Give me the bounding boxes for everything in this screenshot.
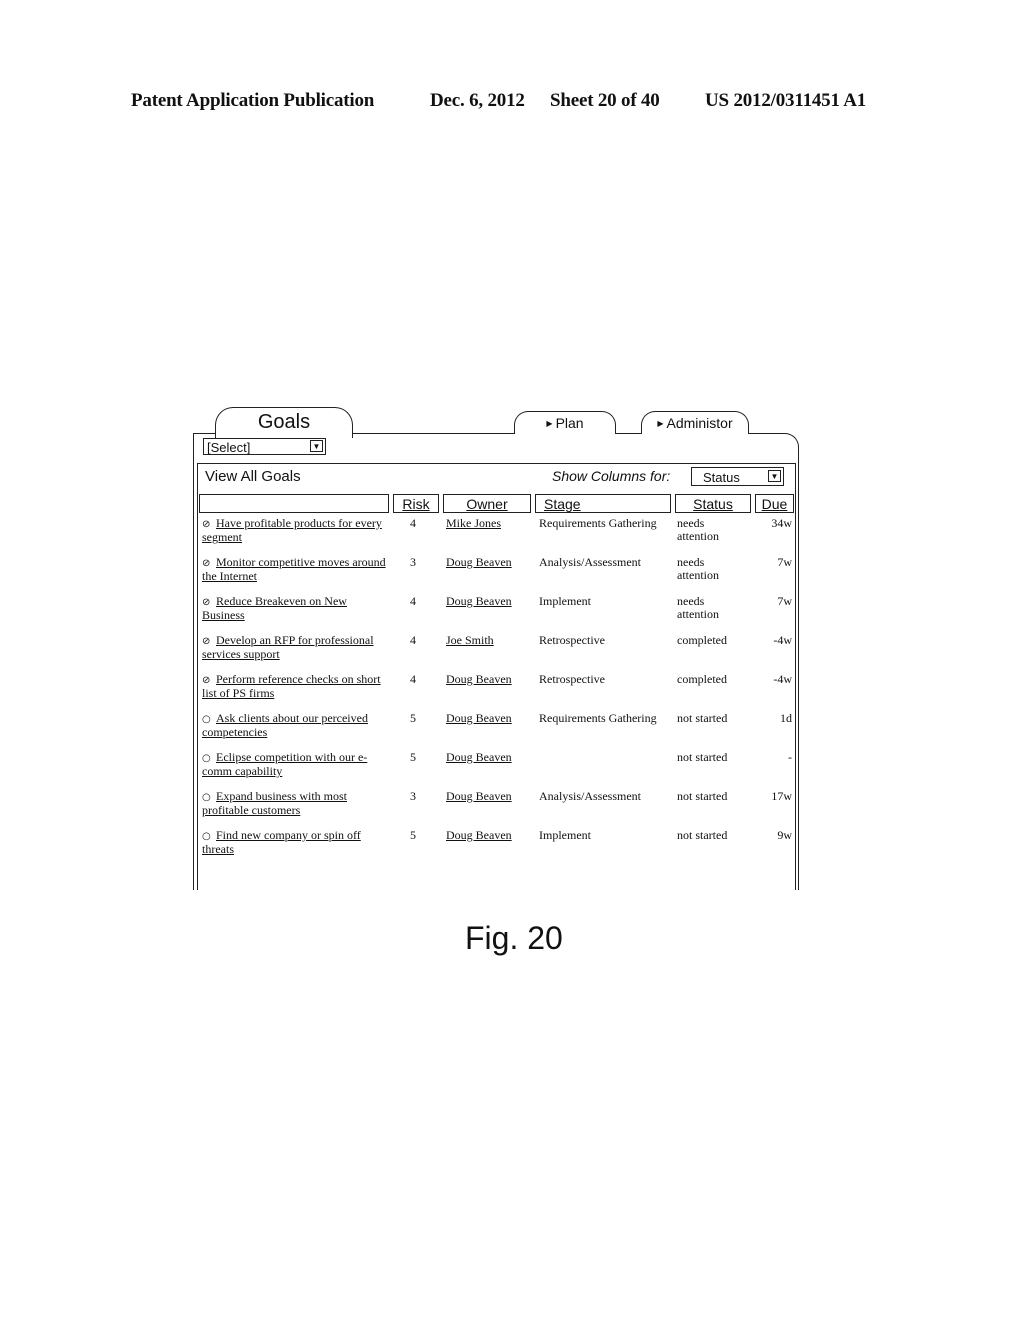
column-header-due[interactable]: Due	[755, 494, 794, 513]
goal-select-value: [Select]	[207, 440, 251, 455]
goal-name-cell: ⊘ Reduce Breakeven on New Business	[202, 595, 392, 622]
figure-caption: Fig. 20	[465, 920, 563, 956]
table-row[interactable]: ○ Ask clients about our perceived compete…	[200, 712, 794, 750]
owner-link[interactable]: Doug Beaven	[446, 751, 512, 764]
table-row[interactable]: ○ Eclipse competition with our e-comm cap…	[200, 751, 794, 789]
due-cell: 34w	[771, 516, 792, 530]
sheet-number: Sheet 20 of 40	[550, 90, 660, 111]
goal-name-cell: ○ Expand business with most profitable cu…	[202, 790, 392, 817]
due-cell: 7w	[777, 594, 792, 608]
triangle-right-icon: ▶	[657, 419, 664, 428]
goal-link[interactable]: Eclipse competition with our e-comm capa…	[202, 750, 367, 778]
panel-title: View All Goals	[205, 468, 301, 485]
table-row[interactable]: ⊘ Perform reference checks on short list …	[200, 673, 794, 711]
stage-cell: Requirements Gathering	[539, 711, 657, 725]
risk-cell: 5	[410, 828, 416, 842]
status-cell: needs attention	[677, 555, 719, 582]
show-columns-dropdown[interactable]: Status ▼	[691, 467, 784, 486]
column-header-risk[interactable]: Risk	[393, 494, 439, 513]
status-cell: completed	[677, 672, 727, 686]
column-header-stage[interactable]: Stage	[535, 494, 671, 513]
tab-administor[interactable]: ▶ Administor	[641, 411, 749, 434]
due-cell: 9w	[777, 828, 792, 842]
chevron-down-icon[interactable]: ▼	[310, 440, 323, 452]
triangle-right-icon: ▶	[546, 419, 553, 428]
risk-cell: 4	[410, 594, 416, 608]
goal-name-cell: ⊘ Develop an RFP for professional service…	[202, 634, 392, 661]
status-cell: not started	[677, 711, 728, 725]
goal-link[interactable]: Have profitable products for every segme…	[202, 516, 382, 544]
stage-cell: Implement	[539, 828, 591, 842]
table-row[interactable]: ⊘ Reduce Breakeven on New Business 4 Doug B…	[200, 595, 794, 633]
goal-name-cell: ⊘ Perform reference checks on short list …	[202, 673, 392, 700]
column-header-name[interactable]	[199, 494, 389, 513]
risk-cell: 3	[410, 555, 416, 569]
stage-cell: Retrospective	[539, 633, 605, 647]
publication-date: Dec. 6, 2012	[430, 90, 525, 111]
status-cell: needs attention	[677, 594, 719, 621]
status-cell: needs attention	[677, 516, 719, 543]
goal-link[interactable]: Expand business with most profitable cus…	[202, 789, 347, 817]
due-cell: 7w	[777, 555, 792, 569]
due-cell: -4w	[773, 633, 792, 647]
goal-link[interactable]: Perform reference checks on short list o…	[202, 672, 381, 700]
owner-link[interactable]: Joe Smith	[446, 634, 494, 647]
goal-link[interactable]: Develop an RFP for professional services…	[202, 633, 374, 661]
goal-select-dropdown[interactable]: [Select] ▼	[203, 438, 326, 455]
due-cell: 1d	[780, 711, 792, 725]
goal-link[interactable]: Reduce Breakeven on New Business	[202, 594, 347, 622]
due-cell: -	[788, 750, 792, 764]
table-row[interactable]: ○ Expand business with most profitable cu…	[200, 790, 794, 828]
status-cell: completed	[677, 633, 727, 647]
status-cell: not started	[677, 828, 728, 842]
stage-cell: Analysis/Assessment	[539, 555, 641, 569]
tab-administor-label: Administor	[666, 415, 733, 431]
owner-link[interactable]: Doug Beaven	[446, 595, 512, 608]
stage-cell: Analysis/Assessment	[539, 789, 641, 803]
tab-plan[interactable]: ▶ Plan	[514, 411, 616, 434]
owner-link[interactable]: Doug Beaven	[446, 556, 512, 569]
owner-link[interactable]: Doug Beaven	[446, 712, 512, 725]
owner-link[interactable]: Mike Jones	[446, 517, 501, 530]
stage-cell: Implement	[539, 594, 591, 608]
owner-link[interactable]: Doug Beaven	[446, 673, 512, 686]
goal-name-cell: ⊘ Monitor competitive moves around the In…	[202, 556, 392, 583]
risk-cell: 3	[410, 789, 416, 803]
column-header-owner[interactable]: Owner	[443, 494, 531, 513]
chevron-down-icon[interactable]: ▼	[768, 470, 781, 482]
goal-link[interactable]: Find new company or spin off threats	[202, 828, 361, 856]
status-cell: not started	[677, 750, 728, 764]
goal-link[interactable]: Ask clients about our perceived competen…	[202, 711, 368, 739]
risk-cell: 4	[410, 516, 416, 530]
stage-cell: Requirements Gathering	[539, 516, 657, 530]
table-row[interactable]: ⊘ Develop an RFP for professional service…	[200, 634, 794, 672]
show-columns-value: Status	[703, 470, 740, 485]
owner-link[interactable]: Doug Beaven	[446, 829, 512, 842]
table-row[interactable]: ⊘ Have profitable products for every segm…	[200, 517, 794, 555]
patent-number: US 2012/0311451 A1	[705, 90, 867, 111]
owner-link[interactable]: Doug Beaven	[446, 790, 512, 803]
due-cell: -4w	[773, 672, 792, 686]
due-cell: 17w	[771, 789, 792, 803]
tab-plan-label: Plan	[555, 415, 584, 431]
goal-name-cell: ⊘ Have profitable products for every segm…	[202, 517, 392, 544]
status-cell: not started	[677, 789, 728, 803]
goal-name-cell: ○ Find new company or spin off threats	[202, 829, 392, 856]
risk-cell: 5	[410, 711, 416, 725]
show-columns-label: Show Columns for:	[552, 468, 671, 484]
risk-cell: 4	[410, 672, 416, 686]
publication-label: Patent Application Publication	[131, 90, 375, 111]
stage-cell: Retrospective	[539, 672, 605, 686]
goal-name-cell: ○ Ask clients about our perceived compete…	[202, 712, 392, 739]
goal-link[interactable]: Monitor competitive moves around the Int…	[202, 555, 386, 583]
risk-cell: 5	[410, 750, 416, 764]
risk-cell: 4	[410, 633, 416, 647]
table-row[interactable]: ⊘ Monitor competitive moves around the In…	[200, 556, 794, 594]
table-row[interactable]: ○ Find new company or spin off threats 5 Do…	[200, 829, 794, 867]
column-header-status[interactable]: Status	[675, 494, 751, 513]
goal-name-cell: ○ Eclipse competition with our e-comm cap…	[202, 751, 392, 778]
